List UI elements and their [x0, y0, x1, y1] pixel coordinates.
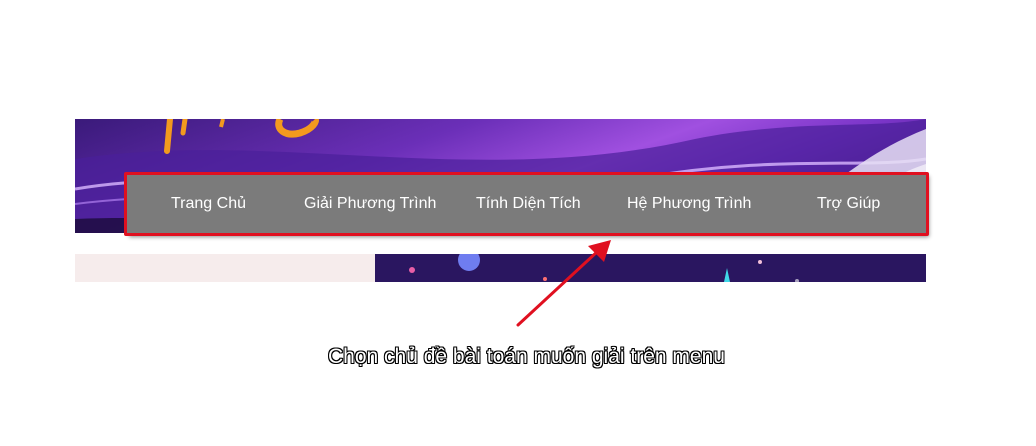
menu-item-giai-phuong-trinh[interactable]: Giải Phương Trình	[304, 173, 436, 234]
content-strip	[75, 254, 926, 282]
menu-item-tinh-dien-tich[interactable]: Tính Diện Tích	[476, 173, 581, 234]
menu-item-tro-giup[interactable]: Trợ Giúp	[817, 173, 880, 234]
menu-item-trang-chu[interactable]: Trang Chủ	[171, 173, 246, 234]
menu-item-he-phuong-trinh[interactable]: Hệ Phương Trình	[627, 173, 751, 234]
annotation-caption: Chọn chủ đề bài toán muốn giải trên menu	[328, 345, 725, 368]
main-menu: Trang Chủ Giải Phương Trình Tính Diện Tí…	[127, 173, 927, 234]
content-strip-artwork	[75, 254, 799, 282]
logo-fragment	[164, 119, 319, 154]
